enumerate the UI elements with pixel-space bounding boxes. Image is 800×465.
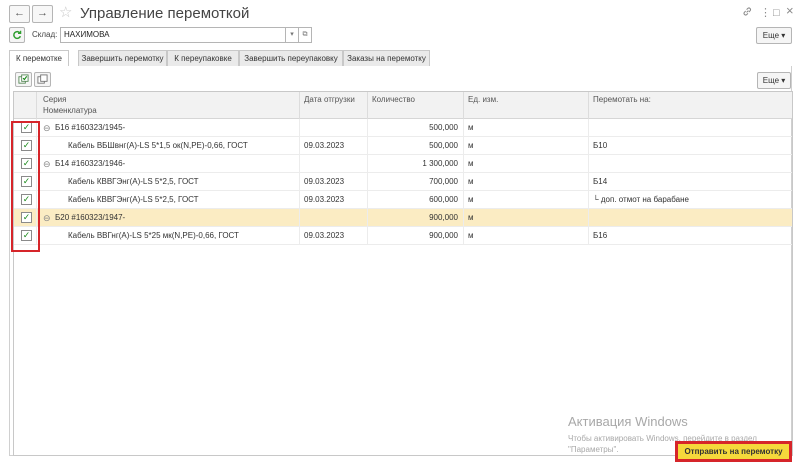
date-cell: 09.03.2023: [304, 231, 345, 240]
sklad-label: Склад:: [32, 30, 58, 39]
unit-cell: м: [468, 141, 474, 150]
series-cell: Б14 #160323/1946-: [55, 159, 126, 168]
form-toolbar: Склад: НАХИМОВА ▾ ⧉ Еще ▾: [0, 27, 800, 45]
date-cell: 09.03.2023: [304, 177, 345, 186]
table-row-group[interactable]: ✓ ⊖ Б20 #160323/1947- 900,000 м: [14, 209, 792, 227]
refresh-button[interactable]: [9, 27, 25, 43]
tab-k-pereupakovke[interactable]: К переупаковке: [167, 50, 239, 66]
unit-cell: м: [468, 177, 474, 186]
tab-k-peremotke[interactable]: К перемотке: [9, 50, 69, 67]
date-cell: 09.03.2023: [304, 195, 345, 204]
qty-cell: 500,000: [429, 123, 458, 132]
table-row[interactable]: ✓ Кабель КВВГЭнг(А)-LS 5*2,5, ГОСТ 09.03.2…: [14, 191, 792, 209]
collapse-icon[interactable]: ⊖: [43, 209, 51, 227]
nomenclature-cell: Кабель ВБШвнг(А)-LS 5*1,5 ок(N,PE)-0,66,…: [68, 141, 248, 150]
row-checkbox[interactable]: ✓: [21, 140, 32, 151]
rewind-to-cell: Б14: [593, 177, 608, 186]
qty-cell: 1 300,000: [422, 159, 458, 168]
close-icon[interactable]: ×: [786, 4, 794, 18]
rewind-to-cell: [593, 119, 789, 137]
menu-kebab-icon[interactable]: ⋮: [760, 6, 771, 20]
table-row[interactable]: ✓ Кабель ВБШвнг(А)-LS 5*1,5 ок(N,PE)-0,66…: [14, 137, 792, 155]
unit-cell: м: [468, 159, 474, 168]
nomenclature-cell: Кабель КВВГЭнг(А)-LS 5*2,5, ГОСТ: [68, 195, 199, 204]
series-cell: Б20 #160323/1947-: [55, 213, 126, 222]
row-checkbox[interactable]: ✓: [21, 122, 32, 133]
tab-panel: Еще ▾ Серия Номенклатура Дата отгрузки К…: [9, 66, 793, 456]
unit-cell: м: [468, 231, 474, 240]
arrow-right-icon: →: [37, 7, 48, 19]
tab-zakazy-na-peremotku[interactable]: Заказы на перемотку: [343, 50, 430, 66]
tab-zavershit-peremotku[interactable]: Завершить перемотку: [78, 50, 167, 66]
unit-cell: м: [468, 195, 474, 204]
restore-icon[interactable]: □: [773, 6, 780, 20]
qty-cell: 900,000: [429, 231, 458, 240]
page-title: Управление перемоткой: [80, 5, 250, 22]
refresh-icon: [13, 30, 22, 40]
link-icon[interactable]: [742, 6, 753, 21]
qty-cell: 700,000: [429, 177, 458, 186]
nomenclature-cell: Кабель ВВГнг(А)-LS 5*25 мк(N,PE)-0,66, Г…: [68, 231, 239, 240]
check-all-button[interactable]: [15, 72, 32, 87]
header-unit[interactable]: Ед. изм.: [468, 95, 498, 105]
table-row-group[interactable]: ✓ ⊖ Б16 #160323/1945- 500,000 м: [14, 119, 792, 137]
date-cell: [304, 209, 364, 227]
uncheck-all-button[interactable]: [34, 72, 51, 87]
unit-cell: м: [468, 123, 474, 132]
row-checkbox[interactable]: ✓: [21, 176, 32, 187]
tab-zavershit-pereupakovku[interactable]: Завершить переупаковку: [239, 50, 343, 66]
open-link-icon: ⧉: [302, 31, 308, 38]
rewind-to-cell: [593, 209, 789, 227]
table-header: Серия Номенклатура Дата отгрузки Количес…: [14, 92, 792, 119]
row-checkbox[interactable]: ✓: [21, 230, 32, 241]
row-checkbox[interactable]: ✓: [21, 194, 32, 205]
back-button[interactable]: ←: [9, 5, 30, 23]
forward-button[interactable]: →: [32, 5, 53, 23]
sklad-open-button[interactable]: ⧉: [298, 27, 312, 43]
row-checkbox[interactable]: ✓: [21, 158, 32, 169]
header-rewind-to[interactable]: Перемотать на:: [593, 95, 651, 105]
qty-cell: 600,000: [429, 195, 458, 204]
date-cell: 09.03.2023: [304, 141, 345, 150]
row-checkbox[interactable]: ✓: [21, 212, 32, 223]
date-cell: [304, 119, 364, 137]
header-series[interactable]: Серия: [43, 95, 66, 105]
sklad-input[interactable]: НАХИМОВА: [60, 27, 286, 43]
more-button-panel[interactable]: Еще ▾: [757, 72, 791, 89]
arrow-left-icon: ←: [14, 7, 25, 19]
rewind-to-cell: Б10: [593, 141, 608, 150]
table-row[interactable]: ✓ Кабель КВВГЭнг(А)-LS 5*2,5, ГОСТ 09.03.2…: [14, 173, 792, 191]
more-button-top[interactable]: Еще ▾: [756, 27, 792, 44]
rewind-to-cell: Б16: [593, 231, 608, 240]
rewind-table: Серия Номенклатура Дата отгрузки Количес…: [13, 91, 793, 456]
header-date[interactable]: Дата отгрузки: [304, 95, 355, 105]
table-row[interactable]: ✓ Кабель ВВГнг(А)-LS 5*25 мк(N,PE)-0,66, …: [14, 227, 792, 245]
check-all-icon: [18, 74, 29, 84]
unit-cell: м: [468, 213, 474, 222]
rewind-to-cell: └ доп. отмот на барабане: [593, 195, 689, 204]
header-qty[interactable]: Количество: [372, 95, 415, 105]
title-bar: ← → ☆ Управление перемоткой ⋮ □ ×: [0, 0, 800, 28]
rewind-to-cell: [593, 155, 789, 173]
favorite-star-icon[interactable]: ☆: [59, 4, 72, 22]
series-cell: Б16 #160323/1945-: [55, 123, 126, 132]
header-nomenclature[interactable]: Номенклатура: [43, 106, 97, 116]
qty-cell: 500,000: [429, 141, 458, 150]
chevron-down-icon: ▾: [290, 31, 294, 38]
send-to-rewind-button[interactable]: Отправить на перемотку: [675, 441, 792, 462]
collapse-icon[interactable]: ⊖: [43, 155, 51, 173]
date-cell: [304, 155, 364, 173]
qty-cell: 900,000: [429, 213, 458, 222]
collapse-icon[interactable]: ⊖: [43, 119, 51, 137]
table-row-group[interactable]: ✓ ⊖ Б14 #160323/1946- 1 300,000 м: [14, 155, 792, 173]
sklad-dropdown-button[interactable]: ▾: [285, 27, 299, 43]
nomenclature-cell: Кабель КВВГЭнг(А)-LS 5*2,5, ГОСТ: [68, 177, 199, 186]
activation-title: Активация Windows: [568, 414, 688, 429]
uncheck-all-icon: [37, 74, 48, 84]
